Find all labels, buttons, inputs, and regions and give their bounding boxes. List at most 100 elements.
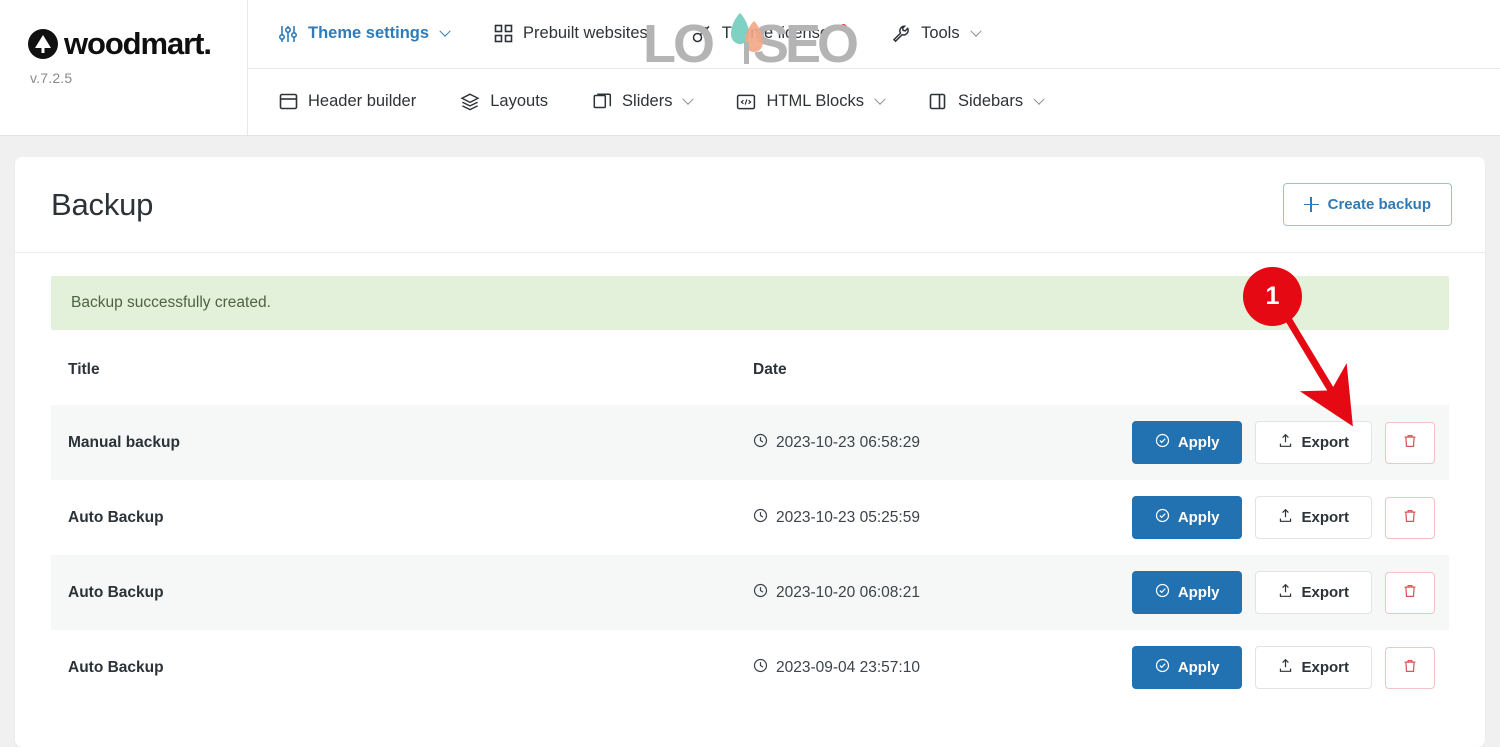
chevron-down-icon (682, 93, 695, 105)
delete-button[interactable] (1385, 646, 1435, 689)
clock-icon (753, 508, 768, 528)
chevron-down-icon (969, 25, 982, 37)
card-header: Backup Create backup (15, 157, 1485, 253)
trash-icon (1402, 508, 1418, 528)
brand-name: woodmart. (64, 26, 212, 61)
backup-date: 2023-09-04 23:57:10 (753, 658, 1072, 678)
create-backup-label: Create backup (1327, 196, 1431, 213)
chevron-down-icon (439, 25, 451, 37)
clock-icon (753, 583, 768, 603)
row-actions: Apply Export (1089, 496, 1449, 539)
backup-title: Auto Backup (68, 508, 164, 526)
nav-item-theme-license[interactable]: Theme license (691, 17, 861, 51)
check-circle-icon (1155, 433, 1170, 452)
apply-button[interactable]: Apply (1131, 496, 1243, 539)
upload-icon (1278, 433, 1293, 452)
header-layout-icon (277, 91, 299, 113)
create-backup-button[interactable]: Create backup (1282, 183, 1452, 226)
nav-label: Header builder (308, 92, 417, 111)
table-row: Auto Backup 2023-10-23 05:25:59 Apply Ex… (51, 480, 1449, 555)
success-notice: Backup successfully created. (51, 276, 1449, 330)
slides-stack-icon (591, 91, 613, 113)
trash-icon (1402, 658, 1418, 678)
column-header-title: Title (68, 361, 100, 378)
clock-icon (753, 433, 768, 453)
export-label: Export (1301, 434, 1349, 451)
backup-date: 2023-10-20 06:08:21 (753, 583, 1072, 603)
brand-logo[interactable]: woodmart. (28, 28, 247, 59)
upload-icon (1278, 508, 1293, 527)
nav-label: HTML Blocks (766, 92, 864, 111)
backup-title: Auto Backup (68, 658, 164, 676)
sidebar-panel-icon (927, 91, 949, 113)
apply-label: Apply (1177, 659, 1220, 676)
nav-item-sliders[interactable]: Sliders (591, 85, 706, 119)
table-row: Auto Backup 2023-09-04 23:57:10 Apply Ex… (51, 630, 1449, 705)
upload-icon (1278, 583, 1293, 602)
nav-item-prebuilt-websites[interactable]: Prebuilt websites (492, 17, 662, 51)
brand-block: woodmart. v.7.2.5 (0, 0, 248, 135)
column-header-date: Date (753, 361, 787, 378)
layers-icon (459, 91, 481, 113)
nav-item-sidebars[interactable]: Sidebars (927, 85, 1057, 119)
nav-item-tools[interactable]: Tools (890, 17, 994, 51)
admin-header: woodmart. v.7.2.5 Theme settings Prebuil… (0, 0, 1500, 136)
backup-date-text: 2023-10-23 06:58:29 (776, 433, 920, 451)
nav-item-theme-settings[interactable]: Theme settings (277, 17, 463, 51)
key-icon (691, 23, 713, 45)
export-button[interactable]: Export (1255, 646, 1372, 689)
check-circle-icon (1155, 658, 1170, 677)
export-button[interactable]: Export (1255, 421, 1372, 464)
check-circle-icon (1155, 508, 1170, 527)
nav-label: Sidebars (957, 92, 1024, 111)
nav-item-layouts[interactable]: Layouts (459, 85, 562, 119)
apply-button[interactable]: Apply (1131, 421, 1243, 464)
row-actions: Apply Export (1089, 646, 1449, 689)
nav-label: Prebuilt websites (523, 24, 648, 43)
backup-date-text: 2023-10-23 05:25:59 (776, 508, 920, 526)
delete-button[interactable] (1385, 571, 1435, 614)
chevron-down-icon (874, 93, 886, 105)
clock-icon (753, 658, 768, 678)
check-circle-icon (1155, 583, 1170, 602)
export-button[interactable]: Export (1255, 496, 1372, 539)
apply-button[interactable]: Apply (1131, 571, 1243, 614)
brand-version: v.7.2.5 (30, 70, 73, 86)
apply-label: Apply (1177, 509, 1220, 526)
delete-button[interactable] (1385, 421, 1435, 464)
sliders-icon (277, 23, 299, 45)
backup-date-text: 2023-10-20 06:08:21 (776, 583, 920, 601)
row-actions: Apply Export (1089, 421, 1449, 464)
export-label: Export (1301, 509, 1349, 526)
nav-label: Theme settings (308, 24, 430, 43)
export-label: Export (1301, 584, 1349, 601)
export-button[interactable]: Export (1255, 571, 1372, 614)
woodmart-tree-mark-icon (28, 28, 58, 59)
apply-label: Apply (1177, 584, 1220, 601)
backup-date: 2023-10-23 06:58:29 (753, 433, 1072, 453)
table-header-row: Title Date (51, 361, 1449, 405)
apply-button[interactable]: Apply (1131, 646, 1243, 689)
nav-label: Layouts (490, 92, 549, 111)
backups-table: Title Date Manual backup 2023-10-23 06:5… (51, 361, 1449, 705)
code-block-icon (735, 91, 757, 113)
nav-label: Tools (921, 24, 960, 43)
grid-squares-icon (492, 23, 514, 45)
nav-row-secondary: Header builder Layouts Sliders HTML Bloc… (248, 67, 1500, 136)
nav-item-html-blocks[interactable]: HTML Blocks (735, 85, 898, 119)
nav-item-header-builder[interactable]: Header builder (277, 85, 430, 119)
backup-date-text: 2023-09-04 23:57:10 (776, 658, 920, 676)
card-body: Backup successfully created. Title Date … (15, 253, 1485, 747)
backup-date: 2023-10-23 05:25:59 (753, 508, 1072, 528)
table-row: Auto Backup 2023-10-20 06:08:21 Apply Ex… (51, 555, 1449, 630)
nav-row-primary: Theme settings Prebuilt websites Theme l… (248, 0, 1500, 68)
backup-title: Manual backup (68, 433, 180, 451)
backup-card: Backup Create backup Backup successfully… (15, 157, 1485, 747)
nav-label: Theme license (721, 24, 830, 43)
plus-icon (1303, 197, 1319, 212)
license-alert-dot-icon (840, 23, 848, 31)
header-nav: Theme settings Prebuilt websites Theme l… (248, 0, 1500, 135)
row-actions: Apply Export (1089, 571, 1449, 614)
delete-button[interactable] (1385, 496, 1435, 539)
export-label: Export (1301, 659, 1349, 676)
